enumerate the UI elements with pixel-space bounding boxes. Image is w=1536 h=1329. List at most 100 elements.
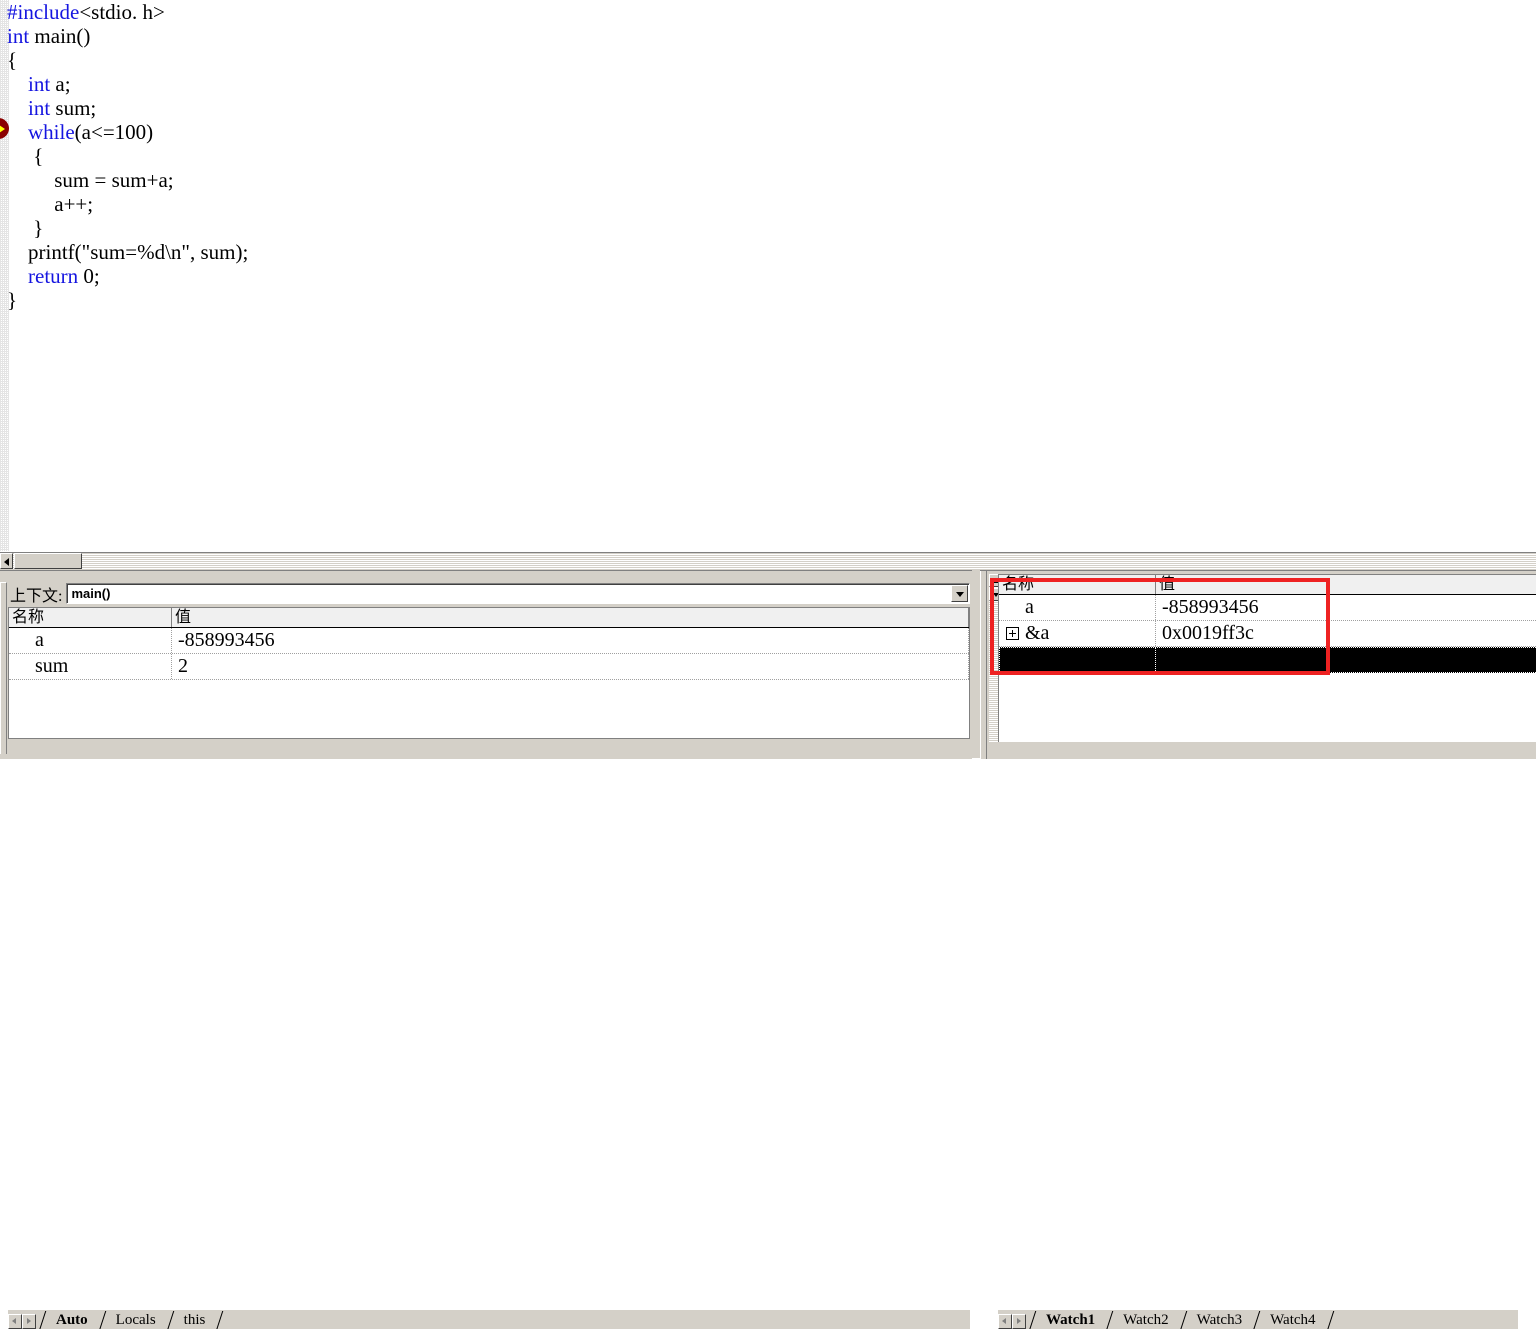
code-line[interactable]: #include<stdio. h> (0, 0, 1536, 24)
watch-tab-watch3[interactable]: Watch3 (1188, 1311, 1251, 1329)
variables-tab-auto[interactable]: Auto (47, 1311, 97, 1329)
chevron-down-icon[interactable] (951, 585, 968, 602)
watch-name-cell[interactable]: a (999, 595, 1156, 620)
variables-grid-body[interactable]: a -858993456 sum 2 (9, 628, 969, 680)
code-line[interactable]: int sum; (0, 96, 1536, 120)
debugger-dock: 上下文: main() 名称值 a -858993456 sum 2 Auto Loca… (0, 570, 1536, 1329)
watch-window: 名称值 a -858993456 &a 0x0019ff3c Watch1 Watch2… (980, 570, 1536, 1329)
watch-tab-watch4[interactable]: Watch4 (1261, 1311, 1324, 1329)
code-token: while (28, 120, 75, 144)
watch-tabstrip[interactable]: Watch1 Watch2 Watch3 Watch4 (998, 1310, 1518, 1329)
watch-name-text: &a (1025, 622, 1050, 644)
code-token: main() (29, 24, 91, 48)
variable-value-cell[interactable]: -858993456 (172, 628, 969, 653)
code-token: a++; (7, 192, 94, 216)
variable-value-text: 2 (178, 655, 188, 677)
variables-tabs[interactable]: Auto Locals this (37, 1311, 224, 1329)
expand-plus-icon[interactable] (1006, 627, 1019, 640)
editor-horizontal-scrollbar[interactable] (0, 552, 1536, 570)
variable-value-text: -858993456 (178, 629, 275, 651)
variable-column-header[interactable]: 值 (172, 608, 969, 627)
watch-tab-watch2[interactable]: Watch2 (1114, 1311, 1177, 1329)
code-token: sum = sum+a; (7, 168, 174, 192)
code-token: int (28, 96, 51, 120)
code-line[interactable]: printf("sum=%d\n", sum); (0, 240, 1536, 264)
watch-column-header[interactable]: 名称 (999, 575, 1156, 594)
code-token: } (7, 216, 44, 240)
code-line[interactable]: return 0; (0, 264, 1536, 288)
code-token: printf("sum=%d\n", sum); (7, 240, 249, 264)
source-code-text[interactable]: #include<stdio. h> int main(){ int a; int… (0, 0, 1536, 551)
code-line[interactable]: { (0, 144, 1536, 168)
tab-separator (97, 1311, 107, 1329)
watch-name-cell[interactable]: &a (999, 621, 1156, 646)
variable-name-cell[interactable]: a (9, 628, 172, 653)
watch-name-cell[interactable] (999, 647, 1156, 673)
tab-scroll-right-icon[interactable] (1012, 1313, 1026, 1329)
watch-row[interactable]: &a 0x0019ff3c (999, 621, 1536, 647)
tab-separator (1251, 1311, 1261, 1329)
variables-tabstrip[interactable]: Auto Locals this (8, 1310, 970, 1329)
code-line[interactable]: } (0, 216, 1536, 240)
tab-separator (165, 1311, 175, 1329)
tab-separator (1104, 1311, 1114, 1329)
variables-tab-this[interactable]: this (175, 1311, 215, 1329)
watch-grid[interactable]: 名称值 a -858993456 &a 0x0019ff3c (998, 574, 1536, 742)
watch-value-cell[interactable]: -858993456 (1156, 595, 1536, 620)
variables-grid[interactable]: 名称值 a -858993456 sum 2 (8, 607, 970, 739)
code-line[interactable]: int a; (0, 72, 1536, 96)
watch-grid-header: 名称值 (999, 575, 1536, 595)
watch-value-cell[interactable] (1156, 647, 1536, 673)
watch-row[interactable]: a -858993456 (999, 595, 1536, 621)
watch-window-splitter[interactable] (980, 571, 987, 759)
tab-scroll-left-icon[interactable] (998, 1313, 1012, 1329)
watch-column-header[interactable]: 值 (1156, 575, 1536, 594)
variable-row[interactable]: a -858993456 (9, 628, 969, 654)
variable-name-text: a (35, 629, 44, 651)
tab-separator (1178, 1311, 1188, 1329)
watch-tab-watch1[interactable]: Watch1 (1037, 1311, 1104, 1329)
context-combobox-value: main() (71, 586, 111, 601)
watch-grid-body[interactable]: a -858993456 &a 0x0019ff3c (999, 595, 1536, 673)
code-token: (a<=100) (74, 120, 154, 144)
variables-tab-nav[interactable] (8, 1313, 36, 1329)
tab-separator (37, 1311, 47, 1329)
horizontal-scrollbar-thumb[interactable] (14, 553, 82, 569)
watch-name-text: a (1025, 596, 1034, 618)
code-token: return (28, 264, 79, 288)
tab-separator (1325, 1311, 1335, 1329)
tab-scroll-right-icon[interactable] (22, 1313, 36, 1329)
variables-window-gripper[interactable] (0, 582, 7, 754)
variables-tab-locals[interactable]: Locals (107, 1311, 165, 1329)
variable-name-cell[interactable]: sum (9, 654, 172, 679)
scroll-left-arrow-icon[interactable] (0, 553, 13, 569)
code-line[interactable]: } (0, 288, 1536, 312)
variable-row[interactable]: sum 2 (9, 654, 969, 680)
variable-column-header[interactable]: 名称 (9, 608, 172, 627)
code-line[interactable]: { (0, 48, 1536, 72)
watch-tab-nav[interactable] (998, 1313, 1026, 1329)
variable-name-text: sum (35, 655, 69, 677)
watch-row[interactable] (999, 647, 1536, 673)
variables-window: 上下文: main() 名称值 a -858993456 sum 2 Auto Loca… (0, 570, 972, 1329)
code-line[interactable]: int main() (0, 24, 1536, 48)
variables-grid-header: 名称值 (9, 608, 969, 628)
source-editor-pane[interactable]: #include<stdio. h> int main(){ int a; int… (0, 0, 1536, 551)
vc6-debugger-window: #include<stdio. h> int main(){ int a; int… (0, 0, 1536, 1329)
code-line[interactable]: while(a<=100) (0, 120, 1536, 144)
variable-value-cell[interactable]: 2 (172, 654, 969, 679)
code-line[interactable]: a++; (0, 192, 1536, 216)
tab-separator (214, 1311, 224, 1329)
watch-tabs[interactable]: Watch1 Watch2 Watch3 Watch4 (1027, 1311, 1335, 1329)
context-label: 上下文: (10, 587, 63, 605)
watch-value-cell[interactable]: 0x0019ff3c (1156, 621, 1536, 646)
code-token: { (7, 48, 18, 72)
watch-value-text: -858993456 (1162, 596, 1259, 618)
code-line[interactable]: sum = sum+a; (0, 168, 1536, 192)
tab-scroll-left-icon[interactable] (8, 1313, 22, 1329)
context-combobox[interactable]: main() (66, 583, 970, 604)
code-token: } (7, 288, 18, 312)
code-token: int (7, 24, 30, 48)
